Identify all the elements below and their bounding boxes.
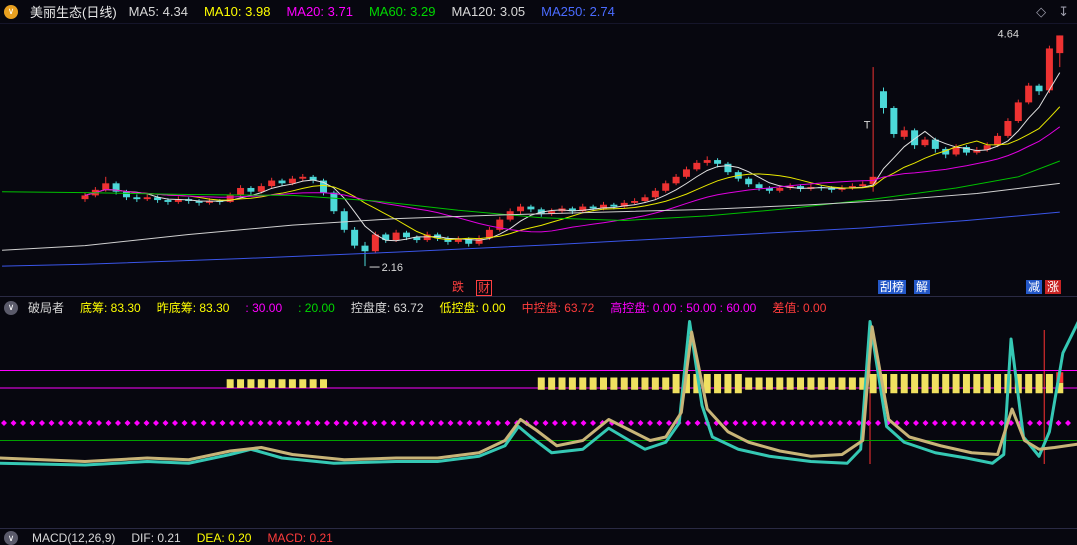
candlestick-layer: [82, 35, 1064, 266]
indicator-value-label: 破局者: [28, 301, 64, 315]
ma-value-label: MA5: 4.34: [129, 4, 188, 19]
chip-bars-layer: [227, 372, 1064, 393]
stock-title: 美丽生态(日线): [30, 2, 117, 21]
indicator-value-label: 高控盘: 0.00 : 50.00 : 60.00: [610, 301, 756, 315]
ma-value-label: MA60: 3.29: [369, 4, 436, 19]
indicator-values: 破局者 底筹: 83.30 昨底筹: 83.30 : 30.00 : 20.00 控盘度:…: [28, 299, 842, 316]
ma-lines-layer: [2, 73, 1060, 266]
collapse-icon[interactable]: ∨: [4, 5, 18, 19]
indicator-value-label: : 20.00: [298, 301, 335, 315]
ma-value-label: MA10: 3.98: [204, 4, 271, 19]
indicator-value-label: 低控盘: 0.00: [440, 301, 506, 315]
indicator-header: ∨ 破局者 底筹: 83.30 昨底筹: 83.30 : 30.00 : 20.00 控盘…: [0, 296, 1077, 318]
indicator-value-label: : 30.00: [245, 301, 282, 315]
indicator-value-label: 差值: 0.00: [772, 301, 826, 315]
pattern-icon[interactable]: ◇: [1036, 4, 1046, 20]
header-icons: ◇↧: [1036, 4, 1069, 20]
ma-value-label: MA120: 3.05: [451, 4, 525, 19]
ma-value-label: MA250: 2.74: [541, 4, 615, 19]
indicator-value-label: 底筹: 83.30: [80, 301, 141, 315]
indicator-value-label: 中控盘: 63.72: [522, 301, 595, 315]
main-price-chart[interactable]: 4.642.16T 跌财刮榜解减涨: [0, 24, 1077, 296]
price-label: 4.64: [998, 29, 1019, 41]
indicator-panel[interactable]: [0, 318, 1077, 528]
diamond-row: [1, 420, 1071, 426]
ma-labels: MA5: 4.34 MA10: 3.98 MA20: 3.71 MA60: 3.29 M…: [129, 4, 631, 19]
macd-header: ∨ MACD(12,26,9)DIF: 0.21DEA: 0.20MACD: 0…: [0, 528, 1077, 543]
collapse-icon[interactable]: ∨: [4, 301, 18, 315]
ma-value-label: MA20: 3.71: [286, 4, 353, 19]
indicator-chart: [0, 318, 1077, 528]
ma250-line: [2, 212, 1060, 266]
price-label: T: [864, 120, 871, 132]
price-label: 2.16: [382, 262, 403, 274]
indicator-value-label: 昨底筹: 83.30: [157, 301, 230, 315]
indicator-value-label: 控盘度: 63.72: [351, 301, 424, 315]
candlestick-chart: 4.64 2.16 T: [0, 24, 1077, 296]
main-chart-header: ∨ 美丽生态(日线) MA5: 4.34 MA10: 3.98 MA20: 3.71…: [0, 0, 1077, 24]
download-icon[interactable]: ↧: [1058, 4, 1069, 20]
